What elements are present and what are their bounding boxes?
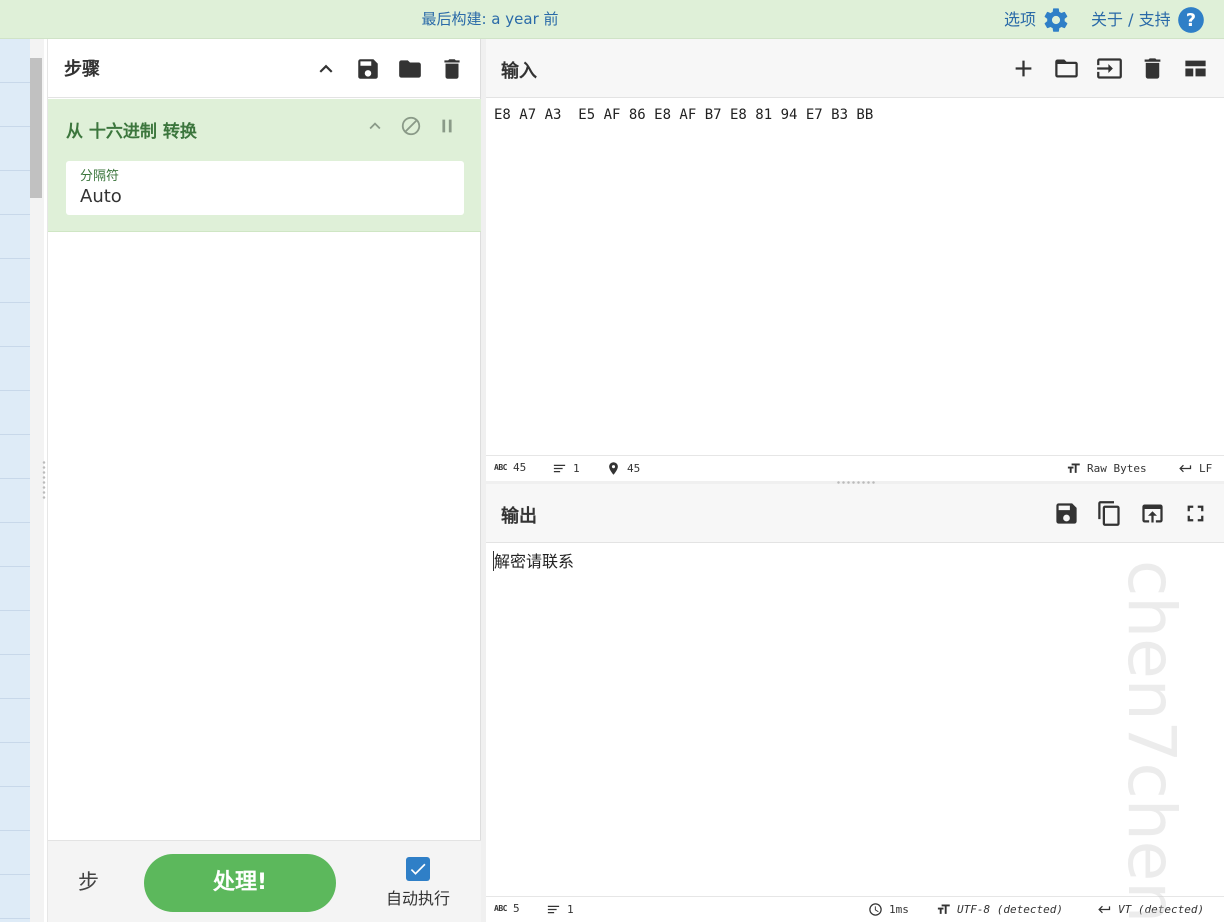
copy-output-button[interactable]: [1095, 499, 1124, 528]
pause-icon: [442, 119, 452, 133]
lines-icon: [553, 464, 566, 473]
input-toolbar: [1009, 54, 1210, 83]
add-input-tab-button[interactable]: [1009, 54, 1038, 83]
input-status-bar: ABC 45 1 45 Raw Bytes LF: [486, 455, 1224, 481]
column-resize-handle[interactable]: [42, 460, 46, 500]
top-bar: 最后构建: a year 前 选项 关于 / 支持 ?: [0, 0, 1224, 39]
input-lines-value: 1: [573, 462, 580, 475]
operation-controls: [362, 113, 460, 139]
open-in-browser-icon: [1142, 504, 1163, 523]
delimiter-value[interactable]: Auto: [80, 186, 450, 207]
folder-outline-icon: [1055, 59, 1078, 78]
clear-input-button[interactable]: [1138, 54, 1167, 83]
operation-name: 从 十六进制 转换: [66, 122, 197, 142]
trash-icon: [444, 58, 460, 79]
input-length: ABC 45: [494, 461, 526, 474]
text-size-icon: [937, 904, 950, 914]
watermark: chen7chen: [1100, 560, 1220, 922]
step-button[interactable]: 步: [78, 866, 99, 896]
delimiter-field[interactable]: 分隔符 Auto: [66, 161, 464, 215]
scrollbar-thumb[interactable]: [30, 58, 42, 198]
output-header: 输出: [486, 484, 1224, 543]
operations-list-strip: [0, 39, 30, 922]
recipe-panel: 步骤 从 十六进制 转换 分隔符 Auto 步 处理! 自动执行: [47, 39, 482, 922]
svg-text:?: ?: [1186, 10, 1196, 30]
build-info: 最后构建: a year 前: [421, 10, 559, 28]
input-panel: 输入 E8 A7 A3 E5 AF 86 E8 AF B7 E8 81 94 E…: [486, 39, 1224, 481]
location-pin-icon: [609, 462, 618, 475]
reset-layout-button[interactable]: [1181, 54, 1210, 83]
layout-icon: [1185, 60, 1206, 77]
replace-input-button[interactable]: [1138, 499, 1167, 528]
about-label: 关于 / 支持: [1091, 10, 1171, 29]
lines-icon: [547, 905, 560, 914]
save-icon: [1056, 503, 1077, 524]
operation-breakpoint-button[interactable]: [434, 113, 460, 139]
plus-icon: [1015, 60, 1032, 77]
save-recipe-button[interactable]: [354, 55, 382, 83]
options-label: 选项: [1004, 10, 1037, 29]
maximise-output-button[interactable]: [1181, 499, 1210, 528]
output-encoding-value: UTF-8 (detected): [957, 903, 1063, 916]
operation-collapse-button[interactable]: [362, 113, 388, 139]
block-icon: [401, 116, 421, 136]
options-button[interactable]: 选项: [1004, 0, 1070, 39]
chevron-up-icon: [369, 122, 381, 130]
input-icon: [1097, 58, 1122, 79]
return-icon: [1179, 464, 1192, 473]
fullscreen-icon: [1187, 505, 1204, 522]
output-title: 输出: [501, 506, 537, 527]
clock-icon: [869, 903, 882, 916]
save-output-button[interactable]: [1052, 499, 1081, 528]
output-encoding-button[interactable]: UTF-8 (detected): [936, 902, 1063, 917]
input-position: 45: [606, 461, 640, 476]
load-recipe-button[interactable]: [396, 55, 424, 83]
text-size-icon: [1067, 463, 1080, 473]
abc-icon: ABC: [494, 463, 507, 472]
gear-icon: [1042, 6, 1070, 34]
clear-recipe-button[interactable]: [438, 55, 466, 83]
watermark-text: chen7chen: [1113, 560, 1190, 922]
input-length-value: 45: [512, 461, 527, 474]
check-icon: [410, 863, 426, 875]
copy-icon: [1098, 501, 1120, 526]
output-length-value: 5: [512, 902, 520, 915]
delimiter-label: 分隔符: [80, 169, 120, 184]
output-time-value: 1ms: [889, 903, 909, 916]
input-title: 输入: [501, 61, 537, 82]
input-lines: 1: [552, 461, 580, 476]
input-eol-value: LF: [1199, 462, 1213, 475]
open-file-button[interactable]: [1095, 54, 1124, 83]
recipe-operation[interactable]: 从 十六进制 转换 分隔符 Auto: [48, 99, 482, 232]
output-lines-value: 1: [567, 903, 574, 916]
recipe-footer: 步 处理! 自动执行: [48, 840, 482, 922]
about-button[interactable]: 关于 / 支持 ?: [1091, 0, 1205, 39]
input-eol-button[interactable]: LF: [1178, 461, 1212, 476]
input-textarea[interactable]: E8 A7 A3 E5 AF 86 E8 AF B7 E8 81 94 E7 B…: [494, 107, 873, 123]
trash-icon: [1144, 58, 1161, 79]
operation-disable-button[interactable]: [398, 113, 424, 139]
collapse-all-button[interactable]: [312, 55, 340, 83]
input-encoding-value: Raw Bytes: [1087, 462, 1147, 475]
save-icon: [358, 58, 378, 79]
autobake-toggle[interactable]: 自动执行: [378, 857, 458, 909]
folder-icon: [399, 59, 421, 78]
open-folder-button[interactable]: [1052, 54, 1081, 83]
help-icon: ?: [1177, 6, 1205, 34]
autobake-label: 自动执行: [385, 889, 450, 908]
recipe-title: 步骤: [64, 59, 100, 80]
output-textarea[interactable]: 解密请联系: [494, 548, 574, 572]
output-lines: 1: [546, 902, 574, 917]
bake-button[interactable]: 处理!: [144, 854, 336, 912]
autobake-checkbox[interactable]: [406, 857, 430, 881]
output-toolbar: [1052, 499, 1210, 528]
abc-icon: ABC: [494, 904, 507, 913]
output-length: ABC 5: [494, 902, 520, 915]
chevron-up-icon: [319, 64, 333, 73]
input-encoding-button[interactable]: Raw Bytes: [1066, 461, 1147, 476]
input-header: 输入: [486, 39, 1224, 98]
input-position-value: 45: [627, 462, 641, 475]
recipe-toolbar: [298, 39, 466, 98]
output-time: 1ms: [868, 902, 909, 917]
